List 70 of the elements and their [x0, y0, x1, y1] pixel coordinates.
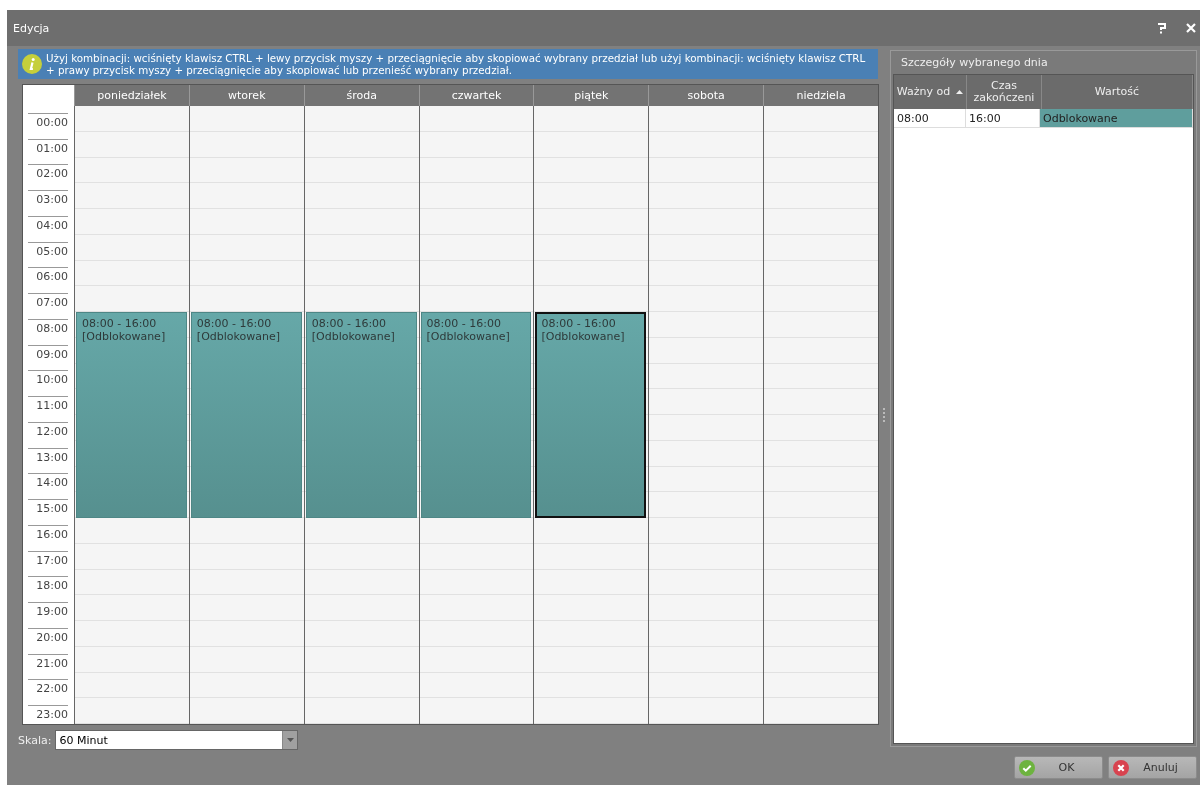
- day-header: niedziela: [763, 85, 878, 106]
- table-cell: 08:00: [894, 109, 966, 128]
- day-column[interactable]: 08:00 - 16:00 [Odblokowane]: [418, 106, 534, 724]
- day-column[interactable]: 08:00 - 16:00 [Odblokowane]: [188, 106, 304, 724]
- schedule-event[interactable]: 08:00 - 16:00 [Odblokowane]: [305, 312, 417, 518]
- hour-label: 18:00: [28, 576, 68, 596]
- hour-label: 16:00: [28, 524, 68, 544]
- dropdown-caret-icon[interactable]: [286, 738, 294, 742]
- event-value: [Odblokowane]: [426, 330, 511, 343]
- day-column[interactable]: [648, 106, 764, 724]
- hour-label: 15:00: [28, 499, 68, 518]
- hour-label: 21:00: [28, 653, 68, 673]
- hour-label: 07:00: [28, 293, 68, 312]
- day-column[interactable]: 08:00 - 16:00 [Odblokowane]: [303, 106, 419, 724]
- day-header: wtorek: [188, 85, 304, 106]
- hour-label: 09:00: [28, 344, 68, 364]
- day-column[interactable]: [763, 106, 878, 724]
- event-time: 08:00 - 16:00: [541, 317, 617, 330]
- schedule-event[interactable]: 08:00 - 16:00 [Odblokowane]: [190, 312, 302, 518]
- cancel-icon: [1113, 759, 1129, 776]
- help-icon[interactable]: [1157, 22, 1166, 34]
- column-header[interactable]: Ważny od: [894, 75, 967, 109]
- hour-label: 04:00: [28, 215, 68, 235]
- day-header: sobota: [648, 85, 764, 106]
- day-column[interactable]: 08:00 - 16:00 [Odblokowane]: [533, 106, 649, 724]
- hour-label: 20:00: [28, 627, 68, 647]
- hour-label: 12:00: [28, 421, 68, 441]
- schedule-event[interactable]: 08:00 - 16:00 [Odblokowane]: [535, 312, 647, 518]
- hour-label: 00:00: [28, 112, 68, 132]
- hour-label: 17:00: [28, 550, 68, 570]
- info-icon: [22, 54, 42, 74]
- scale-label: Skala:: [18, 733, 52, 747]
- info-text: Użyj kombinacji: wciśnięty klawisz CTRL + lewy przycisk myszy + przeciągnięcie aby skopiować wybrany przedział lub użyj kombinacji: wciśnięty klawisz CTRL + prawy przycisk myszy + przeciągnięcie aby skopiować lub przenieść wybrany przedział.: [46, 52, 867, 76]
- day-header: środa: [303, 85, 419, 106]
- event-time: 08:00 - 16:00: [196, 317, 273, 330]
- hour-label: 01:00: [28, 138, 68, 158]
- hour-label: 05:00: [28, 241, 68, 261]
- day-header: czwartek: [418, 85, 534, 106]
- hour-label: 22:00: [28, 679, 68, 699]
- hour-label: 11:00: [28, 396, 68, 415]
- window-title: Edycja: [13, 21, 50, 35]
- hour-label: 06:00: [28, 267, 68, 287]
- scale-dropdown[interactable]: 60 Minut: [55, 730, 299, 750]
- hour-label: 08:00: [28, 318, 68, 338]
- checkmark-icon: [1019, 759, 1035, 776]
- day-header: piątek: [533, 85, 649, 106]
- schedule-event[interactable]: 08:00 - 16:00 [Odblokowane]: [76, 312, 187, 518]
- schedule-event[interactable]: 08:00 - 16:00 [Odblokowane]: [420, 312, 532, 518]
- event-time: 08:00 - 16:00: [311, 317, 388, 330]
- table-cell: Odblokowane: [1040, 109, 1193, 128]
- event-time: 08:00 - 16:00: [82, 317, 158, 330]
- hour-label: 03:00: [28, 190, 68, 209]
- day-header: poniedziałek: [74, 85, 189, 106]
- hour-label: 14:00: [28, 473, 68, 493]
- close-icon[interactable]: [1186, 23, 1196, 33]
- ok-button[interactable]: OK: [1014, 756, 1103, 779]
- event-value: [Odblokowane]: [541, 330, 626, 343]
- event-value: [Odblokowane]: [311, 330, 396, 343]
- hour-label: 02:00: [28, 164, 68, 184]
- event-time: 08:00 - 16:00: [426, 317, 502, 330]
- event-value: [Odblokowane]: [196, 330, 282, 343]
- column-header[interactable]: Czas zakończeni: [967, 75, 1042, 109]
- hour-label: 23:00: [28, 705, 68, 724]
- hour-label: 13:00: [28, 447, 68, 467]
- hour-label: 19:00: [28, 602, 68, 621]
- event-value: [Odblokowane]: [82, 330, 167, 343]
- hour-label: 10:00: [28, 370, 68, 390]
- day-column[interactable]: 08:00 - 16:00 [Odblokowane]: [74, 106, 189, 724]
- cancel-button[interactable]: Anuluj: [1108, 756, 1197, 779]
- panel-title: Szczegóły wybranego dnia: [900, 55, 1049, 71]
